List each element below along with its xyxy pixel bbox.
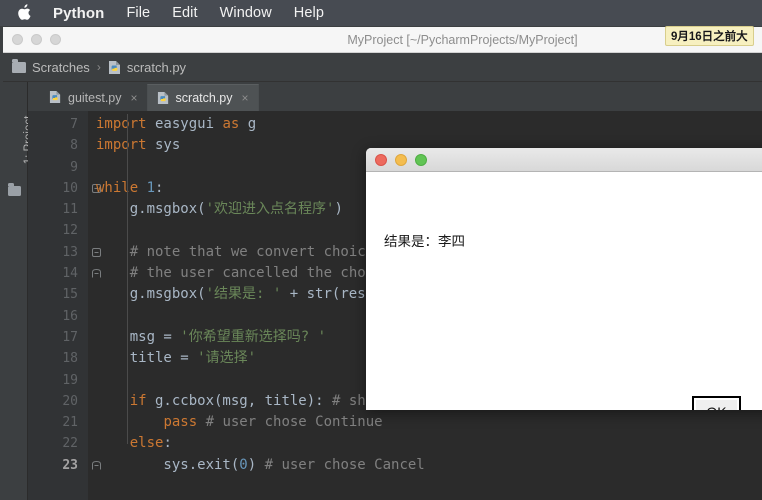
tab-label: guitest.py: [68, 90, 122, 105]
dialog-zoom-button[interactable]: [415, 153, 427, 166]
line-number: 15: [62, 287, 78, 303]
code-token: '请选择': [197, 350, 257, 367]
code-line: pass # user chose Continue: [96, 412, 762, 433]
ok-button[interactable]: OK: [692, 396, 741, 410]
code-token: sys: [146, 137, 181, 154]
line-number: 22: [62, 436, 78, 452]
chevron-right-icon: ›: [96, 60, 101, 74]
line-number: 7: [70, 117, 78, 132]
code-token: '你希望重新选择吗? ': [180, 328, 327, 345]
folder-icon: [12, 58, 26, 73]
python-file-icon: [49, 90, 63, 105]
dialog-body: 结果是：李四 OK: [366, 172, 762, 410]
indent-guide: [127, 114, 128, 444]
macos-menubar: Python File Edit Window Help: [0, 0, 762, 26]
code-token: if: [129, 392, 147, 409]
python-file-icon: [108, 60, 122, 75]
code-token: ): [334, 201, 343, 218]
line-number: 10: [28, 178, 101, 199]
line-number: 8: [70, 138, 78, 154]
tab-guitest-py[interactable]: guitest.py ×: [40, 84, 147, 111]
window-title: MyProject [~/PycharmProjects/MyProject]: [347, 32, 578, 47]
code-line: sys.exit(0) # user chose Cancel: [96, 455, 762, 476]
tooltip-text: 9月16日之前大: [671, 31, 748, 43]
code-token: import: [96, 137, 147, 154]
code-token: # user chose Cancel: [264, 456, 425, 473]
code-token: import: [96, 116, 147, 132]
tab-scratch-py[interactable]: scratch.py ×: [146, 84, 259, 111]
menu-item-help[interactable]: Help: [294, 5, 324, 21]
ide-titlebar: MyProject [~/PycharmProjects/MyProject]: [3, 27, 762, 53]
breadcrumb: Scratches › scratch.py: [3, 53, 762, 82]
line-number: 14: [28, 263, 101, 284]
line-number: 23: [28, 455, 101, 476]
code-token: '欢迎进入点名程序': [205, 201, 335, 218]
dialog-message: 结果是：李四: [384, 234, 465, 249]
code-token: g.ccbox(msg, title):: [146, 392, 333, 409]
tab-label: scratch.py: [175, 91, 233, 105]
easygui-msgbox-dialog[interactable]: 结果是：李四 OK: [366, 148, 762, 410]
menu-item-window[interactable]: Window: [220, 5, 272, 21]
menu-item-file[interactable]: File: [126, 5, 150, 21]
apple-logo-icon[interactable]: [16, 3, 31, 21]
breadcrumb-file-label: scratch.py: [126, 59, 187, 75]
code-token: msg =: [96, 328, 181, 345]
code-token: # the user cancelled the choi: [96, 265, 375, 282]
line-number: 21: [62, 415, 78, 431]
python-file-icon: [157, 91, 171, 106]
dialog-close-button[interactable]: [375, 153, 387, 166]
line-number: 20: [62, 393, 78, 409]
menu-item-edit[interactable]: Edit: [172, 5, 197, 21]
code-token: g: [239, 116, 257, 132]
line-number-gutter[interactable]: 7 8 9 10 11 12 13 14 15 16 17 18 19 20 21 22 23: [28, 111, 101, 500]
code-token: ): [247, 456, 265, 473]
dialog-titlebar: [366, 148, 762, 172]
screen: Python File Edit Window Help MyProject […: [0, 0, 762, 500]
code-token: 0: [239, 456, 248, 473]
code-token: g.msgbox(: [96, 201, 206, 218]
notification-tooltip: 9月16日之前大: [665, 26, 754, 46]
line-number: 17: [62, 329, 78, 345]
code-token: sys.exit(: [96, 456, 240, 473]
code-token: # note that we convert choice: [96, 243, 375, 260]
code-token: title =: [96, 350, 198, 367]
tool-window-strip: 1: Project: [3, 82, 35, 500]
line-number: 9: [70, 159, 78, 175]
breadcrumb-folder-label: Scratches: [32, 59, 90, 75]
code-line: else:: [96, 433, 762, 454]
code-token: str: [306, 286, 332, 303]
code-token: while: [96, 179, 139, 196]
line-number: 13: [28, 242, 101, 263]
close-icon[interactable]: ×: [242, 92, 249, 104]
code-token: # user chose Continue: [205, 414, 383, 431]
code-token: easygui: [146, 116, 223, 132]
folder-icon[interactable]: [8, 183, 21, 196]
code-token: +: [281, 286, 307, 303]
code-token: else: [129, 435, 164, 452]
code-token: '结果是: ': [205, 286, 282, 303]
line-number: 12: [62, 223, 78, 239]
code-token: :: [155, 179, 164, 196]
breadcrumb-item-scratches[interactable]: Scratches: [12, 58, 90, 75]
line-number: 16: [62, 308, 78, 324]
line-number: 18: [62, 351, 78, 367]
code-token: :: [163, 435, 172, 452]
code-token: pass: [163, 414, 198, 431]
code-line: import easygui as g: [96, 114, 762, 135]
dialog-minimize-button[interactable]: [395, 153, 407, 166]
breadcrumb-item-file[interactable]: scratch.py: [108, 60, 186, 75]
editor-tabbar: guitest.py × scratch.py ×: [28, 82, 762, 111]
line-number: 11: [62, 202, 78, 218]
menu-item-python[interactable]: Python: [53, 5, 104, 22]
code-token: as: [222, 116, 240, 132]
code-token: g.msgbox(: [96, 286, 206, 303]
close-icon[interactable]: ×: [131, 92, 138, 104]
code-token: 1: [146, 179, 156, 196]
line-number: 19: [62, 372, 78, 388]
